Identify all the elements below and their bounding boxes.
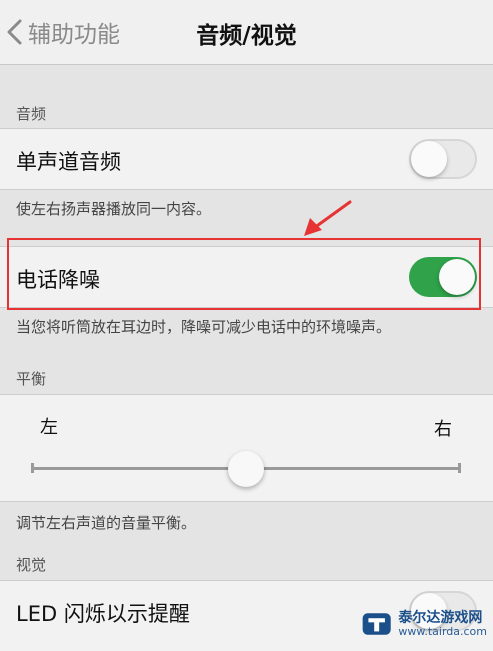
balance-right-label: 右 — [434, 419, 452, 440]
slider-tick — [31, 463, 34, 473]
section-header-visual: 视觉 — [16, 556, 47, 574]
balance-footer: 调节左右声道的音量平衡。 — [16, 514, 197, 532]
navigation-bar: 辅助功能 音频/视觉 — [0, 0, 493, 65]
watermark: 泰尔达游戏网 www.tairda.com — [361, 602, 487, 646]
highlight-box — [7, 238, 481, 310]
watermark-logo-icon — [362, 613, 391, 635]
mono-audio-toggle[interactable] — [409, 139, 477, 179]
watermark-url: www.tairda.com — [398, 625, 487, 638]
arrow-icon — [304, 200, 352, 236]
led-flash-label: LED 闪烁以示提醒 — [16, 602, 190, 626]
balance-left-label: 左 — [40, 417, 58, 438]
toggle-knob — [411, 141, 447, 177]
slider-tick — [458, 463, 461, 473]
watermark-name: 泰尔达游戏网 — [398, 610, 483, 626]
mono-audio-label: 单声道音频 — [16, 150, 121, 174]
mono-audio-row: 单声道音频 — [0, 128, 493, 190]
page-title: 音频/视觉 — [196, 23, 297, 49]
section-header-audio: 音频 — [16, 105, 47, 123]
noise-cancellation-footer: 当您将听筒放在耳边时，降噪可减少电话中的环境噪声。 — [16, 318, 392, 336]
mono-audio-footer: 使左右扬声器播放同一内容。 — [16, 200, 212, 218]
section-header-balance: 平衡 — [16, 370, 47, 388]
balance-slider-thumb[interactable] — [228, 451, 264, 487]
